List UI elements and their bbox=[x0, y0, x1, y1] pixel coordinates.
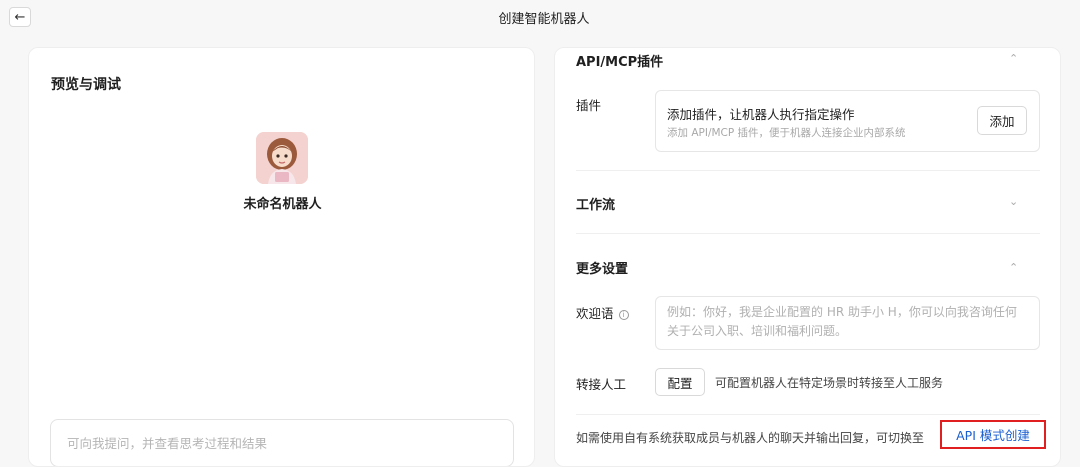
welcome-label: 欢迎语 i bbox=[576, 303, 629, 322]
bot-name: 未命名机器人 bbox=[243, 197, 322, 212]
plugin-main-text: 添加插件，让机器人执行指定操作 bbox=[667, 107, 855, 122]
divider bbox=[576, 233, 1040, 234]
plugin-add-card: 添加插件，让机器人执行指定操作 添加 API/MCP 插件，便于机器人连接企业内… bbox=[655, 90, 1040, 152]
plugins-section-title: API/MCP插件 bbox=[576, 55, 664, 70]
welcome-label-text: 欢迎语 bbox=[576, 306, 614, 321]
chevron-down-icon[interactable]: ⌄ bbox=[1009, 195, 1018, 208]
add-plugin-button[interactable]: 添加 bbox=[977, 106, 1027, 135]
plugin-sub-text: 添加 API/MCP 插件，便于机器人连接企业内部系统 bbox=[667, 127, 906, 139]
api-mode-hint: 如需使用自有系统获取成员与机器人的聊天并输出回复，可切换至 bbox=[576, 431, 925, 445]
preview-title: 预览与调试 bbox=[51, 77, 121, 93]
workflow-section-title: 工作流 bbox=[576, 198, 616, 213]
api-mode-link[interactable]: API 模式创建 bbox=[940, 420, 1046, 449]
more-settings-title: 更多设置 bbox=[576, 262, 629, 277]
settings-panel: API/MCP插件 ⌃ 插件 添加插件，让机器人执行指定操作 添加 API/MC… bbox=[554, 47, 1061, 467]
page-title: 创建智能机器人 bbox=[498, 12, 590, 27]
bot-avatar-image bbox=[256, 132, 308, 184]
configure-transfer-button[interactable]: 配置 bbox=[655, 368, 705, 396]
plugins-label: 插件 bbox=[576, 98, 602, 113]
transfer-label: 转接人工 bbox=[576, 377, 627, 392]
chat-input[interactable] bbox=[50, 419, 514, 466]
transfer-description: 可配置机器人在特定场景时转接至人工服务 bbox=[715, 376, 944, 390]
preview-panel: 预览与调试 未命名机器人 bbox=[28, 47, 535, 467]
divider bbox=[576, 170, 1040, 171]
divider bbox=[576, 414, 1040, 415]
top-bar: ← 创建智能机器人 bbox=[0, 0, 1080, 36]
chevron-up-icon[interactable]: ⌃ bbox=[1009, 261, 1018, 274]
chevron-up-icon[interactable]: ⌃ bbox=[1009, 52, 1018, 65]
bot-avatar bbox=[256, 132, 308, 184]
info-icon[interactable]: i bbox=[618, 310, 629, 320]
welcome-message-input[interactable] bbox=[655, 296, 1040, 350]
